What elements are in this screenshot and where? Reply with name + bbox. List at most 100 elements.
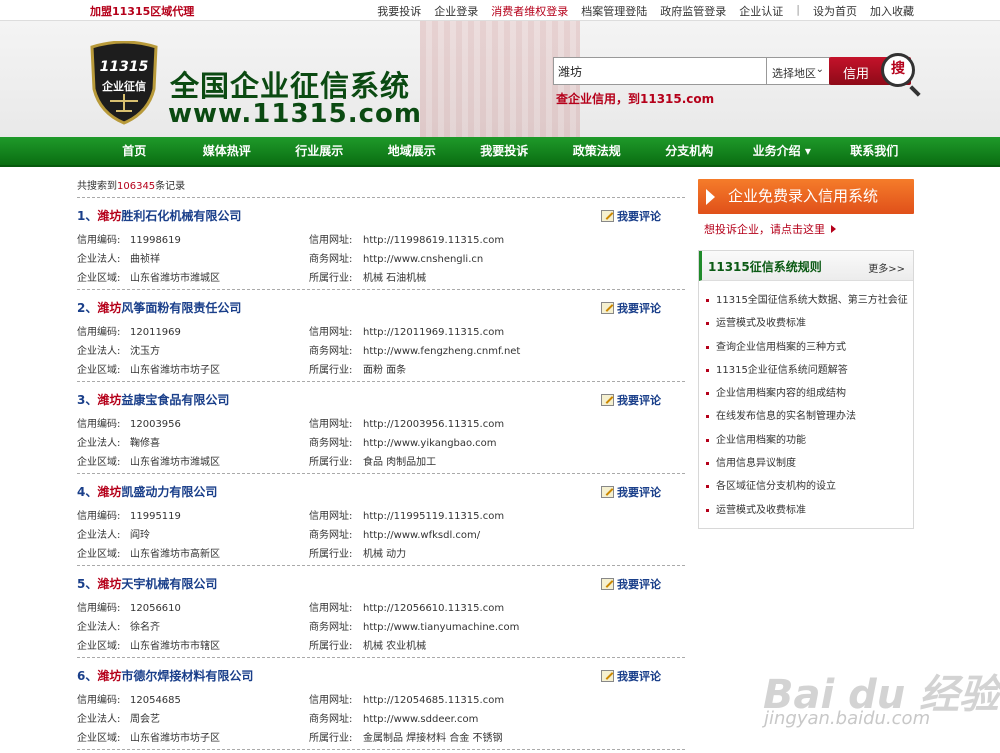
credit-site-link[interactable]: http://12054685.11315.com [363, 695, 504, 706]
credit-site-link[interactable]: http://12056610.11315.com [363, 603, 504, 614]
industry-label: 所属行业: [309, 273, 353, 284]
top-link-company-login[interactable]: 企业登录 [434, 3, 478, 19]
credit-site-link[interactable]: http://12011969.11315.com [363, 327, 504, 338]
credit-site-link[interactable]: http://11995119.11315.com [363, 511, 504, 522]
credit-site-row: 信用网址: http://12056610.11315.com [309, 599, 504, 614]
rules-item[interactable]: 11315全国征信系统大数据、第三方社会征 [699, 289, 913, 312]
area-value: 山东省潍坊市市辖区 [130, 641, 220, 652]
nav-item-media[interactable]: 媒体热评 [181, 137, 274, 165]
rules-item[interactable]: 运营模式及收费标准 [699, 499, 913, 522]
rules-item[interactable]: 企业信用档案的功能 [699, 429, 913, 452]
nav-item-region[interactable]: 地域展示 [366, 137, 459, 165]
result-title-link[interactable]: 4、潍坊凯盛动力有限公司 [77, 483, 217, 500]
credit-code-label: 信用编码: [77, 419, 121, 430]
credit-site-row: 信用网址: http://11995119.11315.com [309, 507, 504, 522]
comment-button[interactable]: 我要评论 [601, 392, 661, 408]
top-link-certify[interactable]: 企业认证 [739, 3, 783, 19]
result-title-link[interactable]: 1、潍坊胜利石化机械有限公司 [77, 207, 241, 224]
business-site-link[interactable]: http://www.sddeer.com [363, 714, 478, 725]
area-value: 山东省潍坊市潍城区 [130, 273, 220, 284]
result-city: 潍坊 [97, 669, 122, 683]
region-select[interactable]: 选择地区 ⌄ [766, 57, 830, 85]
area-value: 山东省潍坊市高新区 [130, 549, 220, 560]
area-label: 企业区域: [77, 273, 121, 284]
top-link-archive-login[interactable]: 档案管理登陆 [581, 3, 647, 19]
nav-item-business[interactable]: 业务介绍 ▾ [736, 137, 829, 165]
result-title-link[interactable]: 3、潍坊益康宝食品有限公司 [77, 391, 229, 408]
chevron-down-icon: ⌄ [815, 64, 824, 75]
result-count: 共搜索到106345条记录 [77, 176, 685, 198]
credit-site-link[interactable]: http://11998619.11315.com [363, 235, 504, 246]
comment-button[interactable]: 我要评论 [601, 668, 661, 684]
comment-button[interactable]: 我要评论 [601, 208, 661, 224]
area-row: 企业区域: 山东省潍坊市坊子区 [77, 361, 220, 376]
comment-button[interactable]: 我要评论 [601, 484, 661, 500]
legal-person-label: 企业法人: [77, 622, 121, 633]
search-button[interactable]: 信用 搜 [829, 53, 921, 97]
complain-link[interactable]: 想投诉企业，请点击这里 [704, 221, 836, 237]
top-link-gov-login[interactable]: 政府监管登录 [660, 3, 726, 19]
top-link-favorite[interactable]: 加入收藏 [870, 3, 914, 19]
credit-code-label: 信用编码: [77, 695, 121, 706]
nav-item-policy[interactable]: 政策法规 [551, 137, 644, 165]
rules-panel-title: 11315征信系统规则 [708, 260, 822, 274]
agent-link[interactable]: 加盟11315区域代理 [90, 3, 194, 19]
top-link-set-home[interactable]: 设为首页 [813, 3, 857, 19]
business-site-link[interactable]: http://www.fengzheng.cnmf.net [363, 346, 520, 357]
result-item: 6、潍坊市德尔焊接材料有限公司 我要评论 信用编码: 12054685 企业法人: 周会艺… [77, 658, 685, 750]
credit-site-link[interactable]: http://12003956.11315.com [363, 419, 504, 430]
result-city: 潍坊 [97, 577, 122, 591]
business-site-link[interactable]: http://www.tianyumachine.com [363, 622, 519, 633]
credit-code-value: 11998619 [130, 235, 181, 246]
industry-row: 所属行业: 金属制品 焊接材料 合金 不锈钢 [309, 729, 503, 744]
business-site-label: 商务网址: [309, 530, 353, 541]
area-row: 企业区域: 山东省潍坊市潍城区 [77, 269, 220, 284]
shield-text: 企业征信 [101, 79, 146, 93]
comment-button[interactable]: 我要评论 [601, 576, 661, 592]
result-index: 1、 [77, 209, 98, 223]
business-site-label: 商务网址: [309, 438, 353, 449]
rules-item[interactable]: 企业信用档案内容的组成结构 [699, 382, 913, 405]
top-link-complain[interactable]: 我要投诉 [377, 3, 421, 19]
credit-code-value: 11995119 [130, 511, 181, 522]
business-site-label: 商务网址: [309, 346, 353, 357]
area-value: 山东省潍坊市潍城区 [130, 457, 220, 468]
top-links: 我要投诉 企业登录 消费者维权登录 档案管理登陆 政府监管登录 企业认证 | 设… [377, 3, 914, 19]
main-nav: 首页 媒体热评 行业展示 地域展示 我要投诉 政策法规 分支机构 业务介绍 ▾ … [0, 137, 1000, 167]
legal-person-label: 企业法人: [77, 438, 121, 449]
rules-more-link[interactable]: 更多>> [868, 260, 905, 275]
free-register-banner[interactable]: 企业免费录入信用系统 [698, 179, 914, 214]
edit-pen-icon [601, 394, 614, 406]
comment-button[interactable]: 我要评论 [601, 300, 661, 316]
business-site-link[interactable]: http://www.yikangbao.com [363, 438, 497, 449]
rules-item[interactable]: 在线发布信息的实名制管理办法 [699, 405, 913, 428]
rules-item[interactable]: 查询企业信用档案的三种方式 [699, 336, 913, 359]
search-input[interactable] [553, 57, 767, 85]
result-title-link[interactable]: 2、潍坊风筝面粉有限责任公司 [77, 299, 241, 316]
magnifier-search-icon: 搜 [881, 53, 915, 87]
rules-item[interactable]: 11315企业征信系统问题解答 [699, 359, 913, 382]
business-site-row: 商务网址: http://www.tianyumachine.com [309, 618, 519, 633]
rules-item[interactable]: 运营模式及收费标准 [699, 312, 913, 335]
nav-item-home[interactable]: 首页 [88, 137, 181, 165]
rules-item[interactable]: 各区域征信分支机构的设立 [699, 475, 913, 498]
legal-person-value: 曲祯祥 [130, 254, 160, 265]
nav-item-industry[interactable]: 行业展示 [273, 137, 366, 165]
nav-item-complain[interactable]: 我要投诉 [458, 137, 551, 165]
area-value: 山东省潍坊市坊子区 [130, 733, 220, 744]
result-title-link[interactable]: 6、潍坊市德尔焊接材料有限公司 [77, 667, 253, 684]
legal-person-row: 企业法人: 沈玉方 [77, 342, 160, 357]
nav-item-branches[interactable]: 分支机构 [643, 137, 736, 165]
result-city: 潍坊 [97, 301, 122, 315]
result-title-link[interactable]: 5、潍坊天宇机械有限公司 [77, 575, 217, 592]
nav-item-contact[interactable]: 联系我们 [828, 137, 921, 165]
area-label: 企业区域: [77, 641, 121, 652]
industry-label: 所属行业: [309, 641, 353, 652]
credit-site-row: 信用网址: http://12003956.11315.com [309, 415, 504, 430]
rules-item[interactable]: 信用信息异议制度 [699, 452, 913, 475]
business-site-link[interactable]: http://www.cnshengli.cn [363, 254, 483, 265]
top-link-consumer-login[interactable]: 消费者维权登录 [491, 3, 568, 19]
industry-label: 所属行业: [309, 733, 353, 744]
area-label: 企业区域: [77, 365, 121, 376]
business-site-link[interactable]: http://www.wfksdl.com/ [363, 530, 480, 541]
